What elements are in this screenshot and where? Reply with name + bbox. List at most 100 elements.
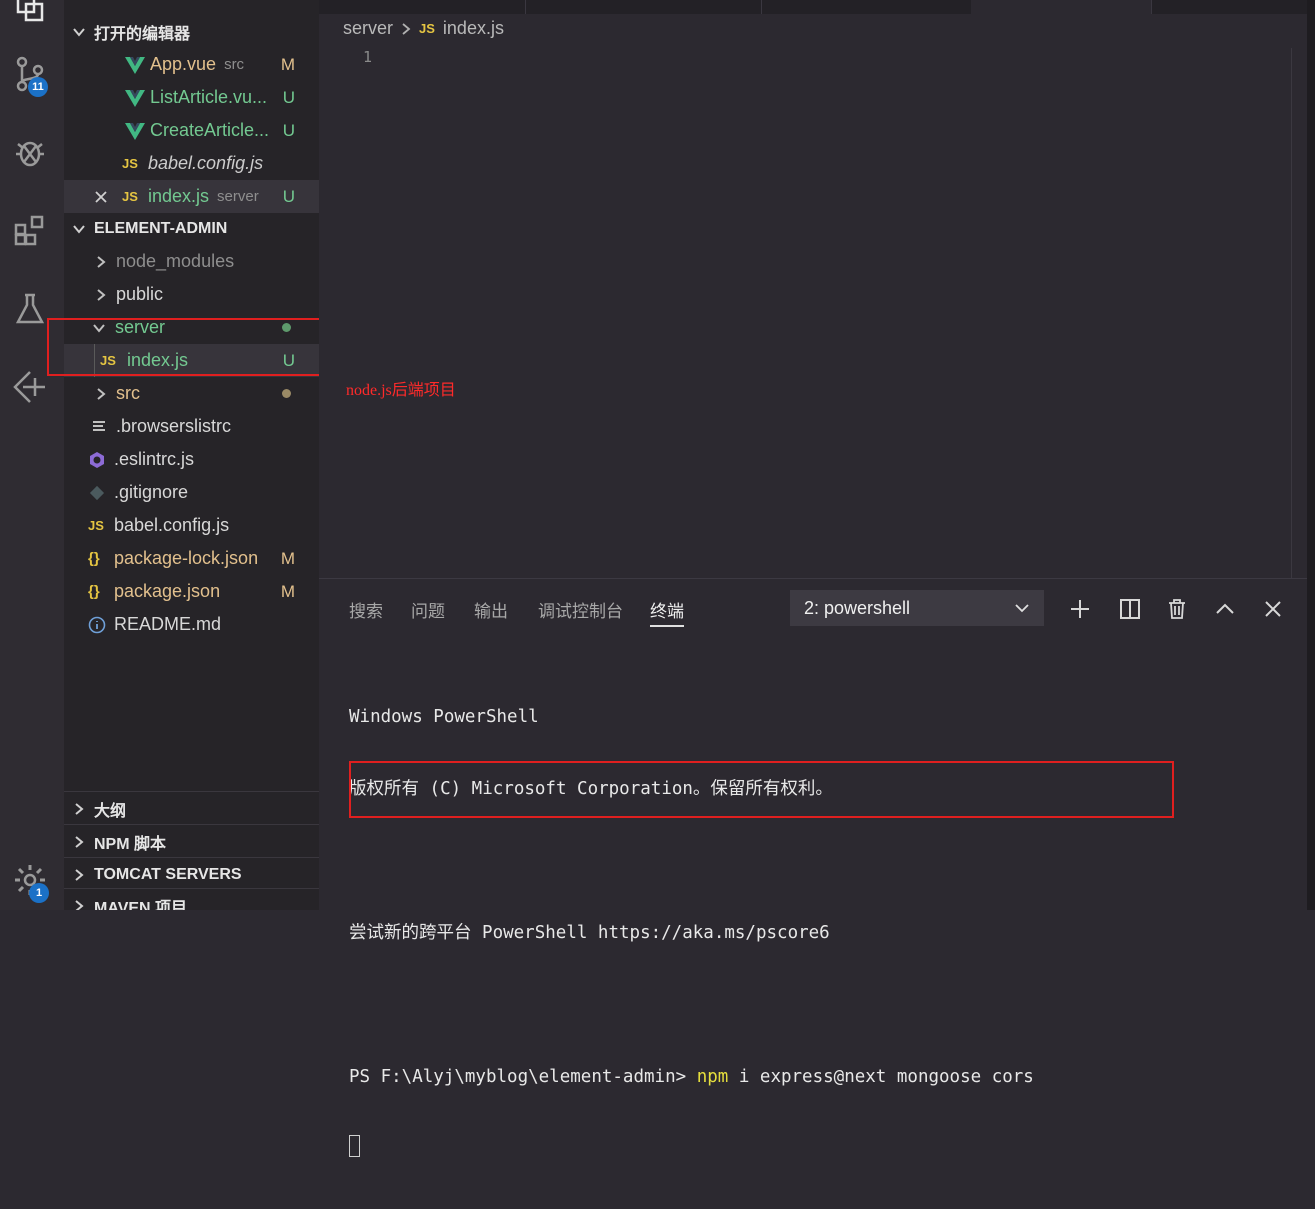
maximize-panel-button[interactable] [1212,596,1238,622]
remote-icon[interactable] [8,365,52,409]
project-title: ELEMENT-ADMIN [94,219,228,237]
split-terminal-button[interactable] [1117,596,1143,622]
open-editor-name: ListArticle.vu... [150,87,268,107]
tree-file-readme[interactable]: README.md [64,608,319,641]
terminal-command-line: PS F:\Alyj\myblog\element-admin> npm i e… [349,1065,1034,1089]
open-editor-desc: server [217,188,259,205]
plus-icon [1071,600,1089,618]
explorer-icon[interactable] [8,0,52,30]
debug-icon[interactable] [8,130,52,174]
tree-file-package-lock[interactable]: {} package-lock.json M [64,542,319,575]
chevron-down-icon [73,27,85,37]
split-icon [1120,599,1140,619]
chevron-right-icon [97,288,106,301]
vue-file-icon [125,56,145,74]
section-title: 大纲 [94,802,127,820]
open-editors-title: 打开的编辑器 [94,25,191,43]
open-editor-name: babel.config.js [148,153,264,173]
open-editor-name: index.js [148,186,210,206]
tree-label: .gitignore [114,482,189,502]
tab-terminal[interactable]: 终端 [650,597,684,627]
tree-label: package.json [114,581,221,601]
open-editor-item-active[interactable]: JS index.js server U [64,180,319,213]
close-panel-button[interactable] [1260,596,1286,622]
chevron-right-icon [75,835,84,848]
extensions-icon[interactable] [8,209,52,253]
project-header[interactable]: ELEMENT-ADMIN [64,212,319,245]
section-title: NPM 脚本 [94,835,167,853]
editor-tab[interactable] [525,0,762,14]
git-status: M [280,548,295,568]
settings-badge: 1 [29,883,49,903]
new-terminal-button[interactable] [1067,596,1093,622]
terminal-cmd-npm: npm [696,1067,729,1087]
section-title: TOMCAT SERVERS [94,865,242,883]
breadcrumb-file[interactable]: index.js [443,18,504,39]
close-icon[interactable] [94,190,108,204]
tree-label: node_modules [116,251,235,271]
tree-file-gitignore[interactable]: .gitignore [64,476,319,509]
open-editor-item[interactable]: App.vue src M [64,48,319,81]
git-status: U [282,87,295,107]
chevron-right-icon [402,22,411,35]
open-editor-item[interactable]: ListArticle.vu... U [64,81,319,114]
tree-label: public [116,284,164,304]
git-status: U [282,120,295,140]
git-status: M [280,54,295,74]
close-icon [1265,601,1281,617]
vue-file-icon [125,122,145,140]
open-editor-name: App.vue [150,54,217,74]
git-modified-dot [282,389,291,398]
chevron-down-icon [73,224,85,234]
text-file-icon [93,420,105,431]
tab-problems[interactable]: 问题 [411,597,445,622]
open-editor-name: CreateArticle... [150,120,270,140]
tab-debug-console[interactable]: 调试控制台 [538,597,623,622]
terminal-cmd-args: i express@next mongoose cors [728,1067,1034,1087]
explorer-sidebar: 打开的编辑器 App.vue src M ListArticle.vu... U… [64,0,319,910]
editor-tab-active[interactable] [971,0,1152,14]
eslint-icon [90,451,104,468]
tab-output[interactable]: 输出 [474,597,508,622]
open-editor-item[interactable]: JS babel.config.js [64,147,319,180]
chevron-right-icon [75,868,84,881]
editor-area: server JS index.js 1 node.js后端项目 [319,0,1315,578]
git-status: M [280,581,295,601]
maven-section[interactable]: MAVEN 项目 [64,888,319,910]
line-number: 1 [363,48,373,66]
js-file-icon: JS [122,189,138,204]
highlight-box-server [47,318,333,376]
tree-file-babel[interactable]: JS babel.config.js [64,509,319,542]
outline-section[interactable]: 大纲 [64,791,319,825]
tree-file-eslintrc[interactable]: .eslintrc.js [64,443,319,476]
chevron-right-icon [97,255,106,268]
chevron-right-icon [97,387,106,400]
tree-file-package-json[interactable]: {} package.json M [64,575,319,608]
open-editors-header[interactable]: 打开的编辑器 [64,15,319,48]
terminal-line: 尝试新的跨平台 PowerShell https://aka.ms/pscore… [349,923,830,943]
breadcrumb-folder[interactable]: server [343,18,393,39]
window-edge [1307,0,1315,910]
tree-folder-public[interactable]: public [64,278,319,311]
editor-tab[interactable] [319,0,526,14]
source-control-badge: 11 [28,77,48,97]
tree-file-browserslistrc[interactable]: .browserslistrc [64,410,319,443]
trash-icon [1169,599,1185,619]
js-file-icon: JS [419,21,435,36]
testing-icon[interactable] [8,287,52,331]
terminal-output[interactable]: Windows PowerShell 版权所有 (C) Microsoft Co… [349,657,1034,1209]
tab-search[interactable]: 搜索 [349,597,383,622]
tree-label: package-lock.json [114,548,259,568]
kill-terminal-button[interactable] [1164,596,1190,622]
tree-folder-node-modules[interactable]: node_modules [64,245,319,278]
info-icon [88,616,106,633]
tree-label: .eslintrc.js [114,449,195,469]
open-editor-item[interactable]: CreateArticle... U [64,114,319,147]
tomcat-servers-section[interactable]: TOMCAT SERVERS [64,857,319,891]
tree-folder-src[interactable]: src [64,377,319,410]
json-file-icon: {} [88,550,100,567]
npm-scripts-section[interactable]: NPM 脚本 [64,824,319,858]
editor-tab[interactable] [761,0,972,14]
js-file-icon: JS [122,156,138,171]
terminal-select[interactable]: 2: powershell [790,590,1044,626]
